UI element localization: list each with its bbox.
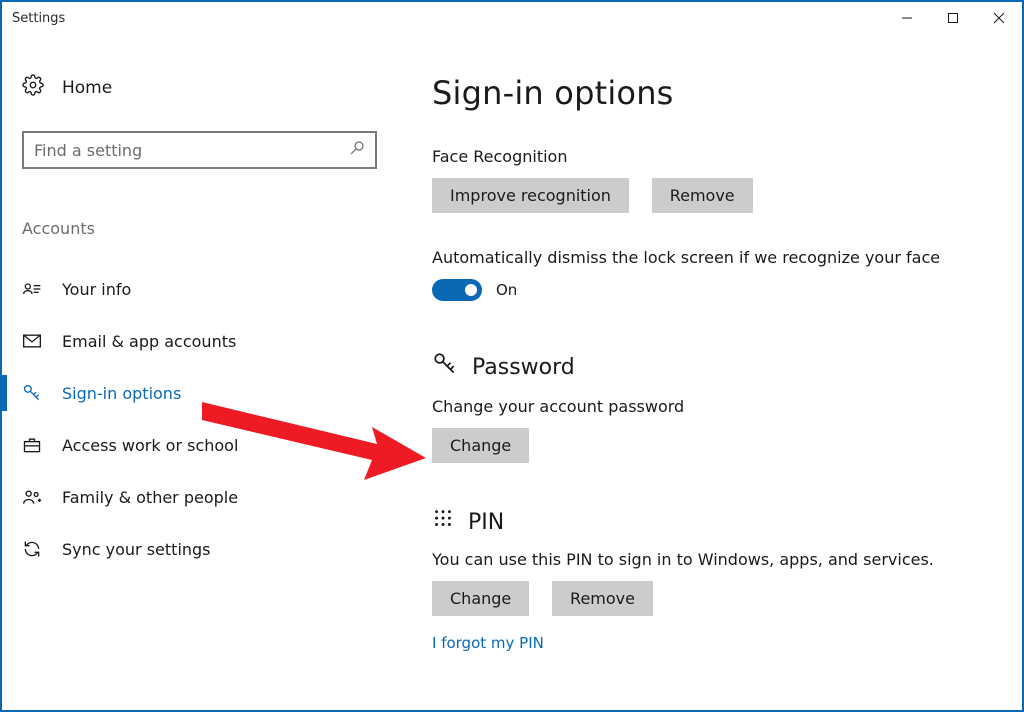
- remove-face-button[interactable]: Remove: [652, 178, 753, 213]
- main-content: Sign-in options Face Recognition Improve…: [382, 34, 1022, 710]
- sidebar-item-work-school[interactable]: Access work or school: [2, 419, 362, 471]
- password-section: Password Change your account password Ch…: [432, 351, 982, 463]
- category-header: Accounts: [22, 219, 362, 238]
- people-icon: [22, 487, 42, 507]
- sync-icon: [22, 539, 42, 559]
- body: Home Find a setting Accounts: [2, 34, 1022, 710]
- page-title: Sign-in options: [432, 74, 982, 112]
- sidebar-item-your-info[interactable]: Your info: [2, 263, 362, 315]
- sidebar-item-signin-options[interactable]: Sign-in options: [2, 367, 362, 419]
- search-icon: [349, 140, 365, 160]
- sidebar-item-label: Sign-in options: [62, 384, 181, 403]
- home-link[interactable]: Home: [22, 74, 362, 101]
- window-title: Settings: [12, 11, 65, 26]
- sidebar-item-label: Family & other people: [62, 488, 238, 507]
- nav: Your info Email & app accounts: [2, 263, 362, 575]
- sidebar-item-label: Sync your settings: [62, 540, 211, 559]
- sidebar-item-email-accounts[interactable]: Email & app accounts: [2, 315, 362, 367]
- minimize-button[interactable]: [884, 2, 930, 34]
- person-card-icon: [22, 279, 42, 299]
- forgot-pin-link[interactable]: I forgot my PIN: [432, 634, 982, 652]
- sidebar-item-family-people[interactable]: Family & other people: [2, 471, 362, 523]
- envelope-icon: [22, 331, 42, 351]
- face-recognition-section: Face Recognition Improve recognition Rem…: [432, 147, 982, 301]
- sidebar: Home Find a setting Accounts: [2, 34, 382, 710]
- sidebar-item-label: Email & app accounts: [62, 332, 236, 351]
- caption-controls: [884, 2, 1022, 34]
- gear-icon: [22, 74, 44, 101]
- toggle-knob: [465, 284, 477, 296]
- sidebar-item-label: Access work or school: [62, 436, 238, 455]
- pin-pad-icon: [432, 508, 454, 536]
- auto-dismiss-toggle[interactable]: [432, 279, 482, 301]
- toggle-state-label: On: [496, 281, 517, 299]
- password-heading: Password: [472, 355, 575, 380]
- improve-recognition-button[interactable]: Improve recognition: [432, 178, 629, 213]
- sidebar-item-sync-settings[interactable]: Sync your settings: [2, 523, 362, 575]
- home-label: Home: [62, 78, 112, 98]
- change-password-button[interactable]: Change: [432, 428, 529, 463]
- sidebar-item-label: Your info: [62, 280, 131, 299]
- settings-window: Settings Home: [0, 0, 1024, 712]
- search-placeholder: Find a setting: [34, 141, 349, 160]
- key-icon: [22, 383, 42, 403]
- titlebar: Settings: [2, 2, 1022, 34]
- search-input[interactable]: Find a setting: [22, 131, 377, 169]
- briefcase-icon: [22, 435, 42, 455]
- remove-pin-button[interactable]: Remove: [552, 581, 653, 616]
- password-description: Change your account password: [432, 397, 982, 416]
- key-icon: [432, 351, 458, 383]
- pin-heading: PIN: [468, 510, 504, 535]
- auto-dismiss-description: Automatically dismiss the lock screen if…: [432, 248, 982, 267]
- pin-description: You can use this PIN to sign in to Windo…: [432, 550, 982, 569]
- change-pin-button[interactable]: Change: [432, 581, 529, 616]
- pin-section: PIN You can use this PIN to sign in to W…: [432, 508, 982, 652]
- maximize-button[interactable]: [930, 2, 976, 34]
- close-button[interactable]: [976, 2, 1022, 34]
- face-recognition-label: Face Recognition: [432, 147, 982, 166]
